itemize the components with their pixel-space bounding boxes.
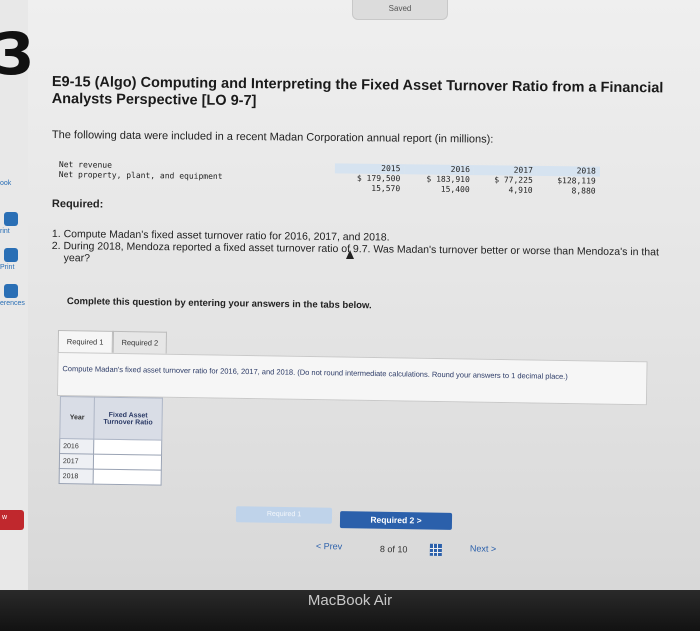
year-cell: 2017 xyxy=(59,453,94,470)
answer-tabs: Required 1 Required 2 xyxy=(57,330,168,354)
column-header-year: Year xyxy=(59,396,95,440)
sidebar-item-references[interactable]: erences xyxy=(0,284,28,307)
table-cell: 15,570 xyxy=(371,183,401,194)
required-heading: Required: xyxy=(51,198,104,211)
references-icon xyxy=(4,284,18,298)
year-cell: 2016 xyxy=(59,438,94,455)
ratio-cell xyxy=(93,469,162,486)
ratio-input-2017[interactable] xyxy=(96,455,159,469)
tab-required-2[interactable]: Required 2 xyxy=(112,330,168,354)
ratio-cell xyxy=(93,454,162,471)
answer-panel: Required 1 Required 2 Compute Madan's fi… xyxy=(55,330,657,499)
problem-intro: The following data were included in a re… xyxy=(51,129,494,146)
sidebar-item-label: ook xyxy=(0,180,12,187)
table-row: 2017 xyxy=(59,453,162,471)
next-required-button[interactable]: Required 2 > xyxy=(339,511,453,530)
laptop-bezel: MacBook Air xyxy=(0,590,700,631)
year-cell: 2018 xyxy=(59,468,94,485)
print-icon xyxy=(4,248,18,262)
screen: Saved 3 ook rint Print erences w E9-15 (… xyxy=(0,0,700,590)
device-brand: MacBook Air xyxy=(307,592,393,609)
ratio-input-2016[interactable] xyxy=(97,440,159,454)
problem-title: E9-15 (Algo) Computing and Interpreting … xyxy=(51,74,664,110)
prev-required-button[interactable]: Required 1 xyxy=(235,506,333,524)
ratio-cell xyxy=(93,439,162,456)
next-button[interactable]: Next > xyxy=(470,543,496,553)
table-row: Year Fixed Asset Turnover Ratio xyxy=(59,396,163,441)
sidebar-item-label: rint xyxy=(0,228,10,235)
hint-icon xyxy=(4,212,18,226)
question-list: 1. Compute Madan's fixed asset turnover … xyxy=(52,228,700,271)
saved-status: Saved xyxy=(352,0,448,20)
prev-button[interactable]: < Prev xyxy=(316,541,342,551)
chapter-number: 3 xyxy=(0,20,35,88)
question-navigation: < Prev 8 of 10 Next > xyxy=(316,541,531,564)
sidebar-item-print[interactable]: Print xyxy=(0,248,28,271)
cursor-icon xyxy=(346,250,354,259)
grid-icon[interactable] xyxy=(429,543,442,556)
table-cell: 8,880 xyxy=(571,186,596,196)
page-indicator: 8 of 10 xyxy=(379,544,408,555)
ratio-input-2018[interactable] xyxy=(96,470,158,484)
sidebar-item-hint[interactable]: rint xyxy=(0,212,28,235)
table-cell xyxy=(55,180,335,193)
sidebar-item-label: Print xyxy=(0,264,15,271)
answer-table: Year Fixed Asset Turnover Ratio 2016 201… xyxy=(59,396,163,486)
complete-note: Complete this question by entering your … xyxy=(66,296,372,312)
column-header-ratio: Fixed Asset Turnover Ratio xyxy=(93,397,163,441)
sidebar-badge[interactable]: w xyxy=(0,510,24,530)
sidebar: 3 ook rint Print erences w xyxy=(0,0,34,590)
sidebar-item-ebook[interactable]: ook xyxy=(0,180,28,187)
tab-required-1[interactable]: Required 1 xyxy=(57,330,113,353)
answer-instruction: Compute Madan's fixed asset turnover rat… xyxy=(62,364,568,382)
financial-data-table: Net revenue 2015 2016 2017 2018 Net prop… xyxy=(55,160,600,197)
table-cell: 4,910 xyxy=(508,185,533,195)
table-cell: 15,400 xyxy=(440,184,470,195)
table-row: 2018 xyxy=(59,468,162,486)
sidebar-item-label: erences xyxy=(0,300,25,307)
table-row: 2016 xyxy=(59,438,162,456)
